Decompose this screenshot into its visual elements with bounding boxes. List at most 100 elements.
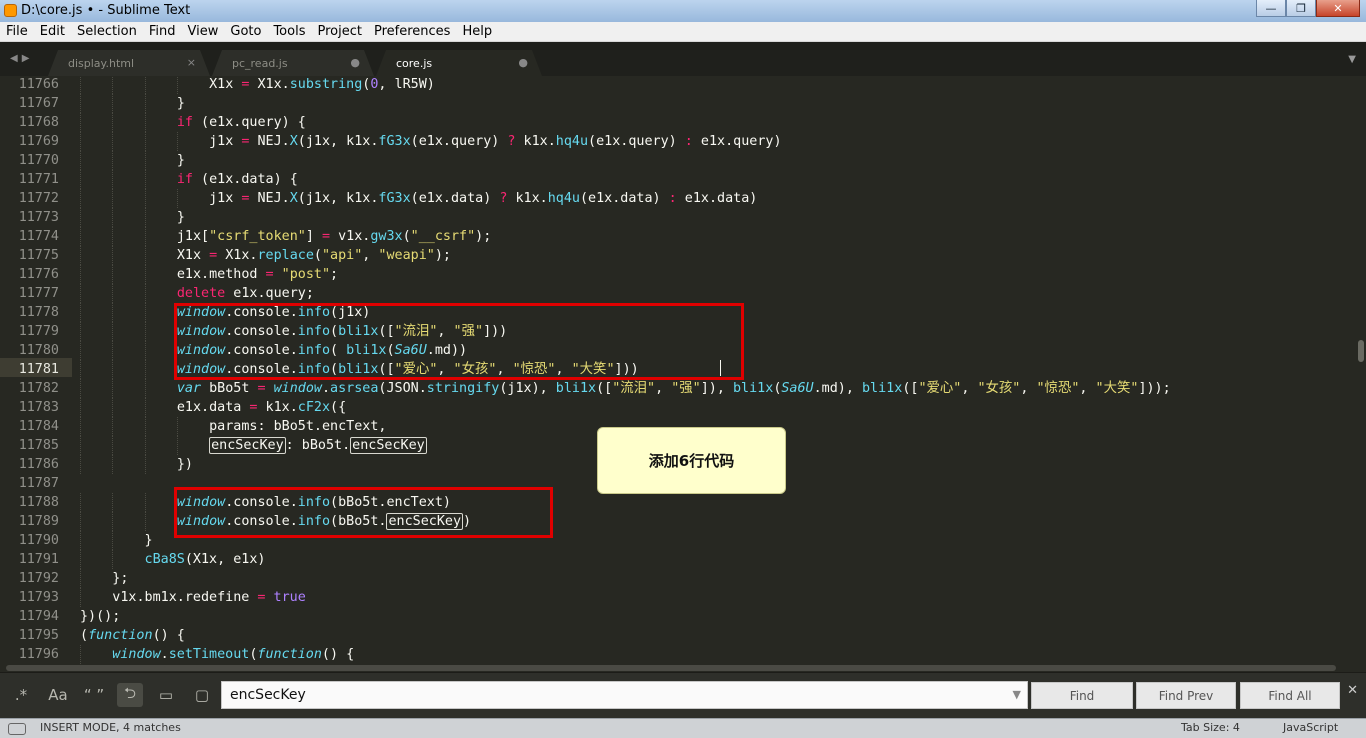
line-number: 11775 [18, 248, 59, 263]
find-input[interactable]: encSecKey ▼ [221, 681, 1028, 709]
vertical-scrollbar[interactable] [1355, 76, 1366, 664]
indent-guide [80, 569, 81, 588]
find-prev-button[interactable]: Find Prev [1136, 682, 1236, 709]
line-number: 11794 [18, 609, 59, 624]
tab-dropdown-icon[interactable]: ▼ [1348, 54, 1356, 65]
menu-help[interactable]: Help [456, 22, 498, 41]
code-line[interactable]: window.setTimeout(function() { [112, 645, 354, 664]
wrap-toggle[interactable]: ⮌ [117, 683, 143, 707]
menu-project[interactable]: Project [311, 22, 367, 41]
maximize-button[interactable]: ❐ [1286, 0, 1316, 17]
whole-word-toggle[interactable]: “ ” [81, 683, 107, 707]
menu-view[interactable]: View [182, 22, 225, 41]
code-line[interactable]: if (e1x.query) { [177, 113, 306, 132]
close-button[interactable]: ✕ [1316, 0, 1360, 17]
code-token: . [160, 647, 169, 662]
regex-toggle[interactable]: .* [8, 683, 34, 707]
tab-close-icon[interactable]: × [187, 56, 196, 69]
tab-modified-dot-icon[interactable]: ● [518, 56, 528, 69]
code-line[interactable]: } [177, 94, 185, 113]
code-line[interactable]: var bBo5t = window.asrsea(JSON.stringify… [177, 379, 1171, 398]
panel-toggle-icon[interactable] [8, 723, 26, 735]
indent-guide [112, 512, 114, 531]
indent-guide [112, 94, 114, 113]
menu-edit[interactable]: Edit [34, 22, 71, 41]
indent-guide [80, 303, 81, 322]
tab-modified-dot-icon[interactable]: ● [350, 56, 360, 69]
indent-guide [80, 94, 81, 113]
code-line[interactable]: X1x = X1x.substring(0, lR5W) [209, 76, 435, 94]
code-line[interactable]: cBa8S(X1x, e1x) [145, 550, 266, 569]
tab-core-js[interactable]: core.js ● [376, 50, 542, 76]
sublime-text-icon [4, 4, 17, 17]
code-line[interactable]: j1x = NEJ.X(j1x, k1x.fG3x(e1x.data) ? k1… [209, 189, 757, 208]
code-token: "惊恐" [1036, 381, 1080, 396]
menu-selection[interactable]: Selection [71, 22, 143, 41]
code-line[interactable]: } [145, 531, 153, 550]
case-sensitive-toggle[interactable]: Aa [45, 683, 71, 707]
indent-guide [176, 436, 178, 455]
code-line[interactable]: })(); [80, 607, 120, 626]
horizontal-scrollbar-thumb[interactable] [6, 665, 1336, 671]
indent-guide [112, 322, 114, 341]
code-line[interactable]: delete e1x.query; [177, 284, 314, 303]
find-panel-close-icon[interactable]: ✕ [1347, 683, 1358, 698]
find-button[interactable]: Find [1031, 682, 1133, 709]
minimize-button[interactable]: — [1256, 0, 1286, 17]
horizontal-scrollbar[interactable] [0, 664, 1355, 672]
code-token: hq4u [555, 134, 589, 149]
tab-navigation-arrows-icon[interactable]: ◀▶ [10, 53, 33, 64]
code-line[interactable]: params: bBo5t.encText, [209, 417, 386, 436]
indent-guide [144, 341, 146, 360]
code-line[interactable]: j1x["csrf_token"] = v1x.gw3x("__csrf"); [177, 227, 491, 246]
menu-tools[interactable]: Tools [267, 22, 311, 41]
code-line[interactable]: } [177, 208, 185, 227]
indent-guide [80, 531, 81, 550]
vertical-scrollbar-thumb[interactable] [1358, 340, 1364, 362]
indent-guide [144, 227, 146, 246]
indent-guide [80, 170, 81, 189]
code-editor[interactable]: 11766 11767 11768 11769 11770 11771 11772 11773… [0, 76, 1366, 664]
code-line[interactable]: X1x = X1x.replace("api", "weapi"); [177, 246, 451, 265]
code-token: ]), [700, 381, 733, 396]
code-token: = [265, 267, 274, 282]
indent-guide [144, 436, 146, 455]
code-token: } [176, 210, 185, 225]
tab-size-indicator[interactable]: Tab Size: 4 [1181, 721, 1240, 734]
code-line[interactable]: encSecKey: bBo5t. encSecKey [209, 436, 427, 455]
find-query: encSecKey [230, 687, 306, 703]
code-line[interactable]: if (e1x.data) { [177, 170, 298, 189]
code-line[interactable]: }; [112, 569, 128, 588]
line-number: 11790 [18, 533, 59, 548]
code-line[interactable]: }) [177, 455, 193, 474]
code-line[interactable]: } [177, 151, 185, 170]
find-history-dropdown-icon[interactable]: ▼ [1013, 682, 1021, 708]
code-token: ({ [330, 400, 347, 415]
code-line[interactable]: (function() { [80, 626, 185, 645]
code-token: ); [434, 248, 451, 263]
code-line[interactable]: v1x.bm1x.redefine = true [112, 588, 306, 607]
code-line[interactable]: e1x.data = k1x.cF2x({ [177, 398, 346, 417]
indent-guide [80, 645, 81, 664]
indent-guide [112, 227, 114, 246]
code-token: hq4u [547, 191, 580, 206]
in-selection-toggle[interactable]: ▭ [153, 683, 179, 707]
menu-file[interactable]: File [0, 22, 34, 41]
code-line[interactable]: j1x = NEJ.X(j1x, k1x.fG3x(e1x.query) ? k… [209, 132, 781, 151]
tab-pc-read-js[interactable]: pc_read.js ● [212, 50, 374, 76]
find-all-button[interactable]: Find All [1240, 682, 1340, 709]
indent-guide [112, 417, 114, 436]
syntax-indicator[interactable]: JavaScript [1283, 721, 1338, 734]
code-token: . [321, 381, 331, 396]
code-token: e1x.query) [692, 134, 782, 149]
menu-find[interactable]: Find [143, 22, 182, 41]
menu-goto[interactable]: Goto [224, 22, 267, 41]
line-number: 11772 [18, 191, 59, 206]
highlight-matches-toggle[interactable]: ▢ [189, 683, 215, 707]
code-token: () { [321, 647, 355, 662]
code-token: Sa6U [781, 381, 814, 396]
tab-display-html[interactable]: display.html × [48, 50, 210, 76]
menu-preferences[interactable]: Preferences [368, 22, 456, 41]
code-line[interactable]: e1x.method = "post"; [177, 265, 338, 284]
